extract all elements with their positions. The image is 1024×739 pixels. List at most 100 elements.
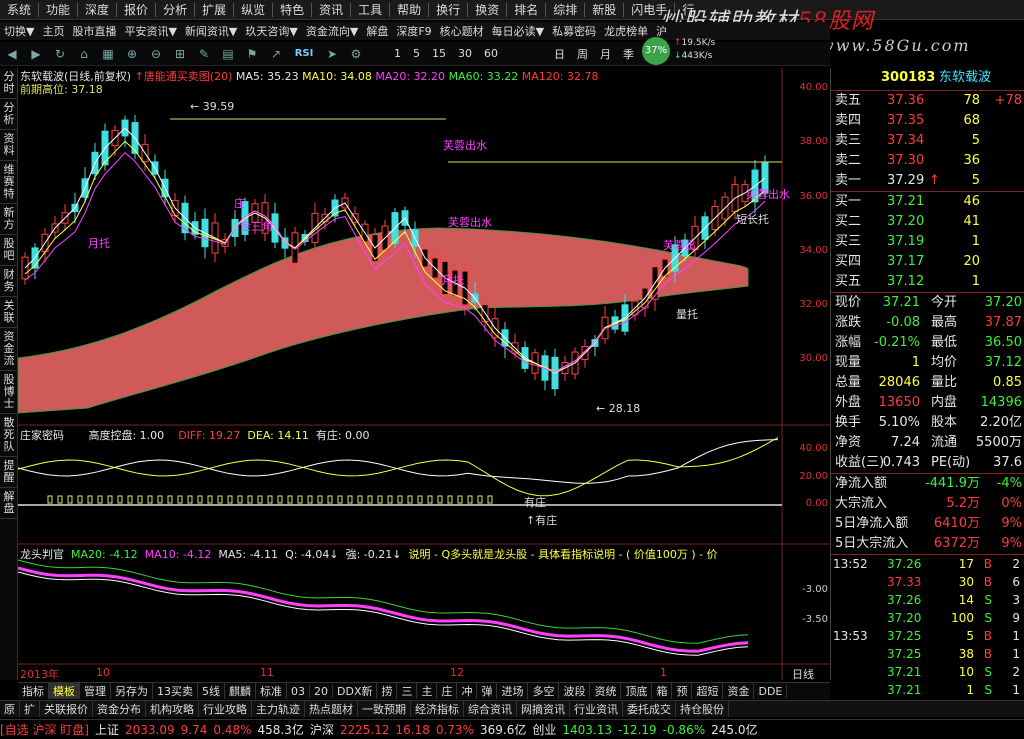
toolbar-item[interactable]: 私募密码	[548, 23, 600, 39]
left-tab[interactable]: 新方	[0, 204, 18, 235]
nav-tab[interactable]: 持仓股份	[676, 701, 729, 717]
settings-icon[interactable]: ⚙	[347, 45, 365, 63]
indicator-tab[interactable]: 主	[417, 683, 438, 699]
indicator-tab[interactable]: 5线	[198, 683, 225, 699]
menu-item[interactable]: 深度	[78, 0, 116, 20]
indicator-tab[interactable]: DDX新	[333, 683, 378, 699]
left-tab[interactable]: 解盘	[0, 488, 18, 519]
forward-icon[interactable]: ▶	[27, 45, 45, 63]
indicator-tab[interactable]: 麒麟	[225, 683, 256, 699]
menu-item[interactable]: 换资	[468, 0, 506, 20]
nav-tab[interactable]: 委托成交	[623, 701, 676, 717]
period-5[interactable]: 5	[413, 47, 420, 60]
toolbar-item[interactable]: 主页	[38, 23, 68, 39]
menu-item[interactable]: 综排	[546, 0, 584, 20]
indicator-tab[interactable]: DDE	[754, 684, 788, 698]
left-tab[interactable]: 分析	[0, 99, 18, 130]
menu-item[interactable]: 扩展	[195, 0, 233, 20]
pen-icon[interactable]: ✎	[195, 45, 213, 63]
nav-tab[interactable]: 一致预期	[358, 701, 411, 717]
menu-item[interactable]: 功能	[39, 0, 77, 20]
period-季[interactable]: 季	[623, 46, 634, 62]
menu-item[interactable]: 特色	[273, 0, 311, 20]
zoom-out-icon[interactable]: ⊖	[147, 45, 165, 63]
nav-tab[interactable]: 扩	[20, 701, 40, 717]
nav-tab[interactable]: 关联报价	[40, 701, 93, 717]
toolbar-item[interactable]: 切换▼	[0, 23, 38, 39]
indicator-tab[interactable]: 多空	[528, 683, 560, 699]
period-60[interactable]: 60	[484, 47, 498, 60]
indicator-tab[interactable]: 庄	[437, 683, 458, 699]
left-tab[interactable]: 维赛特	[0, 161, 18, 204]
nav-tab[interactable]: 经济指标	[411, 701, 464, 717]
menu-item[interactable]: 排名	[507, 0, 545, 20]
nav-tab[interactable]: 热点题材	[305, 701, 358, 717]
toolbar-item[interactable]: 平安资讯▼	[120, 23, 180, 39]
arrow-icon[interactable]: ➤	[323, 45, 341, 63]
left-tab[interactable]: 资料	[0, 130, 18, 161]
indicator-tab[interactable]: 13买卖	[153, 683, 198, 699]
indicator-tab[interactable]: 标准	[256, 683, 287, 699]
back-icon[interactable]: ◀	[3, 45, 21, 63]
toolbar-item[interactable]: 每日必读▼	[488, 23, 548, 39]
left-tab[interactable]: 股博士	[0, 371, 18, 414]
nav-tab[interactable]: 机构攻略	[146, 701, 199, 717]
indicator-tab[interactable]: 捞	[377, 683, 398, 699]
period-日[interactable]: 日	[554, 46, 565, 62]
indicator-tab[interactable]: 冲	[457, 683, 478, 699]
nav-tab[interactable]: 资金分布	[93, 701, 146, 717]
menu-item[interactable]: 工具	[351, 0, 389, 20]
toolbar-item[interactable]: 股市直播	[68, 23, 120, 39]
indicator-tab[interactable]: 顶底	[621, 683, 653, 699]
indicator-tab[interactable]: 资统	[590, 683, 622, 699]
flag-icon[interactable]: ⚑	[243, 45, 261, 63]
nav-tab[interactable]: 行业攻略	[199, 701, 252, 717]
menu-item[interactable]: 换行	[429, 0, 467, 20]
period-1[interactable]: 1	[394, 47, 401, 60]
nav-tab[interactable]: 主力轨迹	[252, 701, 305, 717]
kline-chart-area[interactable]: 东软载波(日线,前复权) ↑唐能通买卖图(20) MA5: 35.23 MA10…	[17, 68, 830, 682]
indicator-tab[interactable]: 另存为	[111, 683, 153, 699]
indicator-tab[interactable]: 指标	[18, 683, 49, 699]
left-tab[interactable]: 财务	[0, 266, 18, 297]
nav-tab[interactable]: 原	[0, 701, 20, 717]
left-tab[interactable]: 散死队	[0, 414, 18, 457]
nav-tab[interactable]: 综合资讯	[464, 701, 517, 717]
left-tab[interactable]: 资金流	[0, 328, 18, 371]
indicator-tab[interactable]: 资金	[723, 683, 755, 699]
toolbar-item[interactable]: 玖天咨询▼	[241, 23, 301, 39]
toolbar-item[interactable]: 资金流向▼	[302, 23, 362, 39]
nav-tab[interactable]: 行业资讯	[570, 701, 623, 717]
menu-item[interactable]: 报价	[117, 0, 155, 20]
menu-item[interactable]: 新股	[585, 0, 623, 20]
toolbar-item[interactable]: 解盘	[362, 23, 392, 39]
grid2-icon[interactable]: ▤	[219, 45, 237, 63]
left-tab[interactable]: 提醒	[0, 457, 18, 488]
toolbar-item[interactable]: 龙虎榜单	[600, 23, 652, 39]
menu-item[interactable]: 帮助	[390, 0, 428, 20]
indicator-tab[interactable]: 波段	[559, 683, 591, 699]
menu-item[interactable]: 分析	[156, 0, 194, 20]
left-tab[interactable]: 分时	[0, 68, 18, 99]
left-tab[interactable]: 股吧	[0, 235, 18, 266]
menu-item[interactable]: 纵览	[234, 0, 272, 20]
menu-item[interactable]: 资讯	[312, 0, 350, 20]
left-tab[interactable]: 关联	[0, 297, 18, 328]
kline-chart[interactable]	[17, 68, 830, 680]
toolbar-item[interactable]: 新闻资讯▼	[181, 23, 241, 39]
indicator-tab[interactable]: 进场	[497, 683, 529, 699]
period-月[interactable]: 月	[600, 46, 611, 62]
indicator-tab[interactable]: 管理	[80, 683, 111, 699]
indicator-tab[interactable]: 三	[397, 683, 418, 699]
period-周[interactable]: 周	[577, 46, 588, 62]
period-30[interactable]: 30	[458, 47, 472, 60]
indicator-tab[interactable]: 弹	[477, 683, 498, 699]
toolbar-item[interactable]: 深度F9	[392, 23, 435, 39]
indicator-tab[interactable]: 20	[310, 684, 333, 698]
menu-item[interactable]: 系统	[0, 0, 38, 20]
indicator-tab[interactable]: 03	[287, 684, 310, 698]
zoom-in-icon[interactable]: ⊕	[123, 45, 141, 63]
status-select[interactable]: [自选 沪深 盯盘]	[0, 721, 89, 738]
period-label[interactable]: 日线	[792, 666, 814, 682]
toolbar-item[interactable]: 核心题材	[436, 23, 488, 39]
